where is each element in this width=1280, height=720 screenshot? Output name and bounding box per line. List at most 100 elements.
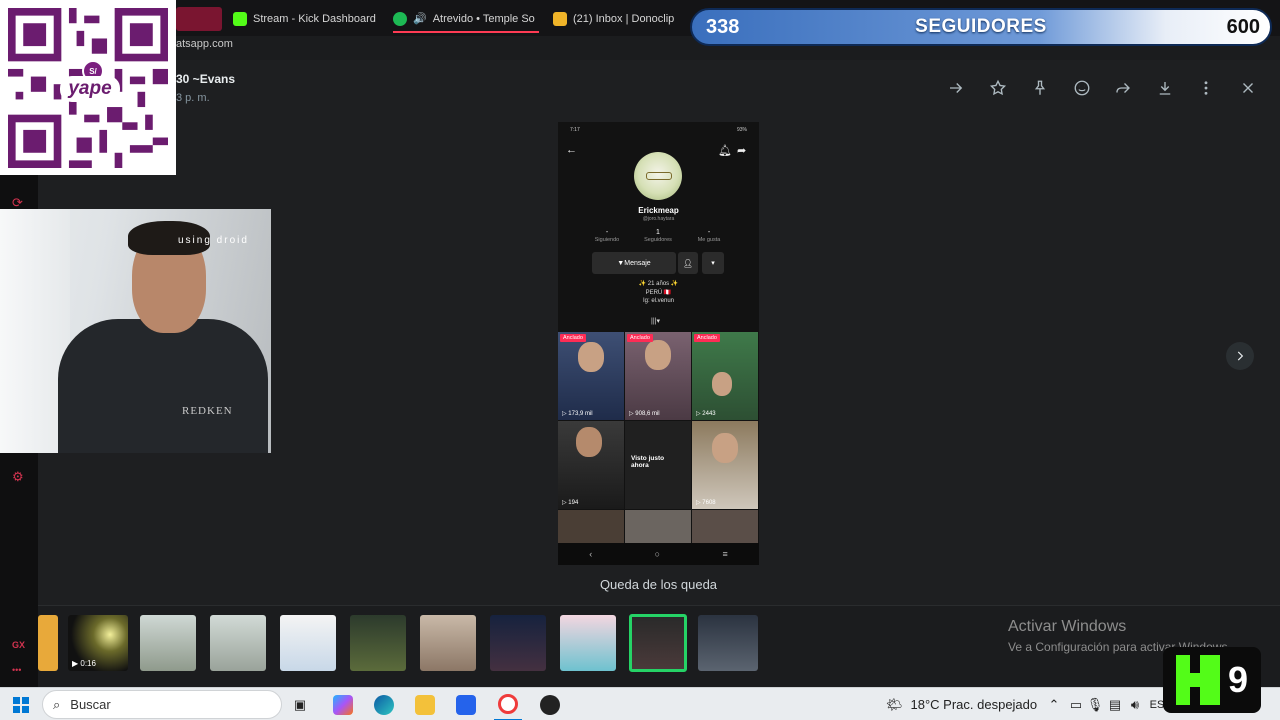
stat-value: - <box>605 229 609 236</box>
windows-taskbar: ⌕ Buscar ▣ 🌤 18°C Prac. despejado ⌃ ▭ 🎙︎… <box>0 687 1280 720</box>
stat-likes: - Me gusta <box>684 229 734 243</box>
weather-icon: 🌤 <box>886 696 903 712</box>
add-friend-icon: 👤︎ <box>678 252 698 274</box>
tray-app-icon[interactable]: ▭ <box>1068 688 1084 720</box>
filmstrip-thumbnail[interactable] <box>210 615 266 671</box>
opera-gx-icon[interactable] <box>494 688 522 720</box>
tab-donoclip[interactable]: (21) Inbox | Donoclip <box>553 6 685 32</box>
tab-label: Atrevido • Temple So <box>432 12 535 25</box>
video-duration: ▶ 0:16 <box>72 659 96 668</box>
tray-chevron-icon[interactable]: ⌃ <box>1046 688 1062 720</box>
obs-icon[interactable] <box>536 688 564 720</box>
bio-line: ✨ 21 años ✨ <box>638 281 679 287</box>
tab-active-red[interactable] <box>176 7 222 31</box>
filmstrip-thumbnail[interactable] <box>420 615 476 671</box>
message-time: 3 p. m. <box>176 92 210 104</box>
pinned-badge: Anclado <box>627 334 653 342</box>
gx-icon[interactable]: GX <box>12 640 25 650</box>
stat-label: Siguiendo <box>594 237 620 243</box>
tab-label: (21) Inbox | Donoclip <box>573 13 675 25</box>
kick-viewer-count: 9 <box>1227 659 1249 700</box>
stat-value: 1 <box>656 229 660 236</box>
video-thumbnail <box>625 510 691 544</box>
kick-viewers-badge: 9 <box>1163 647 1261 713</box>
filmstrip-thumbnail-selected[interactable] <box>629 614 687 672</box>
nav-menu-icon: ≡ <box>722 549 728 559</box>
emoji-icon[interactable] <box>1070 76 1094 100</box>
video-thumbnail: ▷ 194 <box>558 421 624 509</box>
weather-text: 18°C Prac. despejado <box>910 697 1038 712</box>
profile-avatar <box>634 152 682 200</box>
share-icon[interactable] <box>1111 76 1135 100</box>
contact-name: 30 ~Evans <box>176 72 236 86</box>
phone-status-time: 7:17 <box>570 127 580 133</box>
task-view-icon[interactable]: ▣ <box>290 688 310 720</box>
filmstrip-thumbnail[interactable] <box>560 615 616 671</box>
filmstrip-thumbnail[interactable] <box>490 615 546 671</box>
media-caption: Queda de los queda <box>599 577 718 592</box>
back-arrow-icon: ← <box>566 144 577 156</box>
webcam-overlay: REDKEN using droid <box>0 209 271 453</box>
nav-home-icon: ○ <box>654 549 661 559</box>
tab-spotify[interactable]: 🔊 Atrevido • Temple So <box>393 6 539 33</box>
search-icon: ⌕ <box>53 696 61 712</box>
filmstrip-thumbnail[interactable] <box>280 615 336 671</box>
activate-windows-title: Activar Windows <box>1008 618 1127 635</box>
streamer-hoodie <box>58 319 268 453</box>
spotify-icon <box>393 11 407 26</box>
view-count: ▷ 2443 <box>696 411 716 417</box>
seen-overlay: Visto justo ahora <box>631 455 665 469</box>
windows-start-icon[interactable] <box>8 688 34 720</box>
search-placeholder: Buscar <box>70 697 111 712</box>
more-icon[interactable]: ••• <box>12 665 21 675</box>
store-icon[interactable] <box>453 688 479 720</box>
file-explorer-icon[interactable] <box>412 688 438 720</box>
pinned-badge: Anclado <box>694 334 720 342</box>
nav-back-icon: ‹ <box>589 549 593 559</box>
taskbar-search[interactable]: ⌕ Buscar <box>42 690 282 719</box>
forward-arrow-icon[interactable] <box>944 76 968 100</box>
stat-label: Me gusta <box>697 237 721 243</box>
network-icon[interactable]: ▤ <box>1106 688 1124 720</box>
videos-grid-icon: |||▾ <box>651 318 660 325</box>
address-bar[interactable]: atsapp.com <box>176 38 233 50</box>
tab-label: Stream - Kick Dashboard <box>253 13 376 25</box>
microphone-icon[interactable]: 🎙︎ <box>1087 688 1104 720</box>
video-thumbnail: Anclado ▷ 173,9 mil <box>558 332 624 420</box>
video-thumbnail <box>558 510 624 544</box>
settings-icon[interactable]: ⚙ <box>12 469 24 485</box>
filmstrip-thumbnail[interactable] <box>38 615 58 671</box>
kick-icon <box>233 12 247 26</box>
pinned-badge: Anclado <box>560 334 586 342</box>
phone-nav-bar: ‹ ○ ≡ <box>558 543 759 565</box>
download-icon[interactable] <box>1153 76 1177 100</box>
close-icon[interactable] <box>1236 76 1260 100</box>
tiktok-profile-screenshot: 7:17 93% ← 🔔︎ ➦ Erickmeap @joro.haytara … <box>558 122 759 565</box>
filmstrip-video-thumbnail[interactable]: ▶ 0:16 <box>68 615 128 671</box>
followers-goal: 600 <box>1226 15 1260 38</box>
copilot-icon[interactable] <box>330 688 356 720</box>
weather-widget[interactable]: 🌤 18°C Prac. despejado <box>886 688 1046 720</box>
next-media-button[interactable] <box>1226 342 1254 370</box>
star-icon[interactable] <box>986 76 1010 100</box>
view-count: ▷ 7608 <box>696 500 716 506</box>
kick-logo-icon <box>1175 655 1220 705</box>
pin-icon[interactable] <box>1028 76 1052 100</box>
filmstrip-thumbnail[interactable] <box>140 615 196 671</box>
followers-label: SEGUIDORES <box>915 16 1047 37</box>
edge-icon[interactable] <box>371 688 397 720</box>
video-thumbnail <box>692 510 758 544</box>
send-icon: ▼ <box>617 259 625 267</box>
stat-followers: 1 Seguidores <box>633 229 683 243</box>
message-label: Mensaje <box>624 259 651 267</box>
volume-icon[interactable]: 🔊︎ <box>1126 688 1144 720</box>
followers-goal-bar: 338 SEGUIDORES 600 <box>690 8 1272 46</box>
filmstrip-thumbnail[interactable] <box>698 615 758 671</box>
stat-following: - Siguiendo <box>582 229 632 243</box>
bio-line: Ig: el.venun <box>642 298 675 304</box>
filmstrip-thumbnail[interactable] <box>350 615 406 671</box>
more-options-icon[interactable] <box>1194 76 1218 100</box>
speaker-icon[interactable]: 🔊 <box>413 12 427 25</box>
video-thumbnail: Anclado ▷ 908,6 mil <box>625 332 691 420</box>
tab-kick-dashboard[interactable]: Stream - Kick Dashboard <box>233 6 383 32</box>
